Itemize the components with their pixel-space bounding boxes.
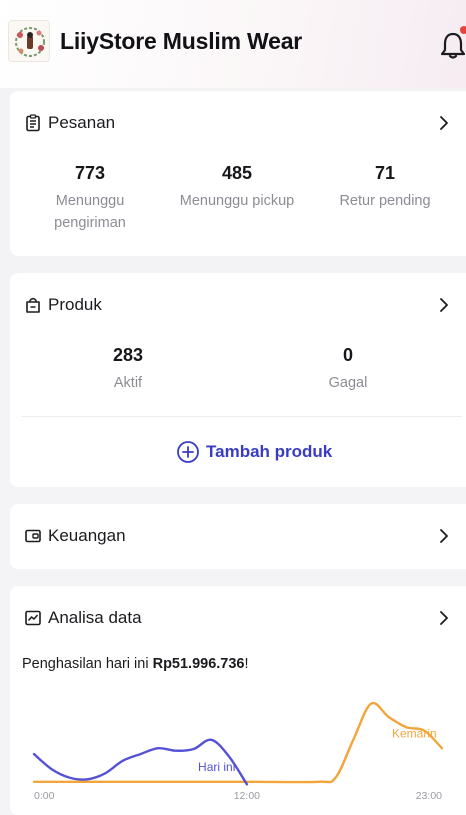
- series-label-yesterday: Kemarin: [392, 726, 437, 740]
- analytics-title: Analisa data: [48, 608, 142, 627]
- plus-circle-icon: [177, 441, 199, 463]
- stat-label: Menunggu pengiriman: [30, 190, 150, 234]
- earnings-chart[interactable]: Hari ini Kemarin 0:00 12:00 23:00: [10, 682, 466, 815]
- stat-value: 773: [74, 163, 106, 183]
- stat-label: Retur pending: [339, 193, 431, 209]
- chevron-right-icon[interactable]: [438, 298, 450, 312]
- add-product-label: Tambah produk: [206, 442, 333, 461]
- stat-awaiting-shipment[interactable]: 773 Menunggu pengiriman: [30, 163, 150, 234]
- notification-dot: [460, 26, 466, 34]
- add-product-button[interactable]: Tambah produk: [176, 440, 332, 464]
- clipboard-icon: [26, 114, 40, 132]
- products-card[interactable]: Produk 283 Aktif 0 Gagal Tambah produk: [10, 273, 466, 487]
- divider: [22, 416, 462, 417]
- chevron-right-icon[interactable]: [438, 529, 450, 543]
- chevron-right-icon[interactable]: [438, 116, 450, 130]
- series-label-today: Hari ini: [198, 760, 235, 774]
- analytics-header[interactable]: Analisa data: [24, 586, 142, 650]
- earnings-prefix: Penghasilan hari ini: [22, 656, 149, 672]
- stat-pending-returns[interactable]: 71 Retur pending: [325, 163, 445, 212]
- app-header: LiiyStore Muslim Wear: [0, 0, 466, 88]
- stat-value: 0: [342, 345, 353, 365]
- stat-value: 71: [374, 163, 396, 183]
- earnings-suffix: !: [244, 656, 249, 672]
- orders-card[interactable]: Pesanan 773 Menunggu pengiriman 485 Menu…: [10, 91, 466, 256]
- chart-icon: [25, 610, 41, 626]
- bag-icon: [26, 297, 40, 313]
- finance-header[interactable]: Keuangan: [24, 504, 126, 568]
- chevron-right-icon[interactable]: [438, 611, 450, 625]
- orders-header[interactable]: Pesanan: [24, 91, 115, 155]
- orders-title: Pesanan: [48, 113, 116, 132]
- stat-label: Aktif: [113, 375, 143, 391]
- stat-label-line2: pengiriman: [54, 215, 126, 231]
- x-tick-label: 23:00: [416, 790, 442, 802]
- products-header[interactable]: Produk: [24, 273, 102, 337]
- store-name: LiiyStore Muslim Wear: [60, 28, 303, 54]
- stat-active-products[interactable]: 283 Aktif: [68, 345, 188, 394]
- wallet-icon: [25, 529, 41, 543]
- stat-label: Gagal: [328, 375, 368, 391]
- x-tick-label: 12:00: [234, 790, 260, 802]
- stat-label-line1: Menunggu: [55, 193, 125, 209]
- analytics-card[interactable]: Analisa data Penghasilan hari ini Rp51.9…: [10, 586, 466, 815]
- finance-title: Keuangan: [48, 526, 126, 545]
- x-tick-label: 0:00: [34, 790, 55, 802]
- finance-card[interactable]: Keuangan: [10, 504, 466, 569]
- earnings-summary: Penghasilan hari ini Rp51.996.736!: [22, 656, 249, 672]
- stat-value: 485: [221, 163, 253, 183]
- products-title: Produk: [48, 295, 102, 314]
- stat-value: 283: [112, 345, 144, 365]
- stat-label: Menunggu pickup: [179, 193, 295, 209]
- store-logo-wreath: [15, 27, 45, 57]
- bell-icon[interactable]: [440, 30, 466, 60]
- earnings-value: Rp51.996.736: [152, 656, 245, 672]
- stat-failed-products[interactable]: 0 Gagal: [288, 345, 408, 394]
- stat-awaiting-pickup[interactable]: 485 Menunggu pickup: [167, 163, 307, 212]
- store-logo[interactable]: [8, 20, 50, 62]
